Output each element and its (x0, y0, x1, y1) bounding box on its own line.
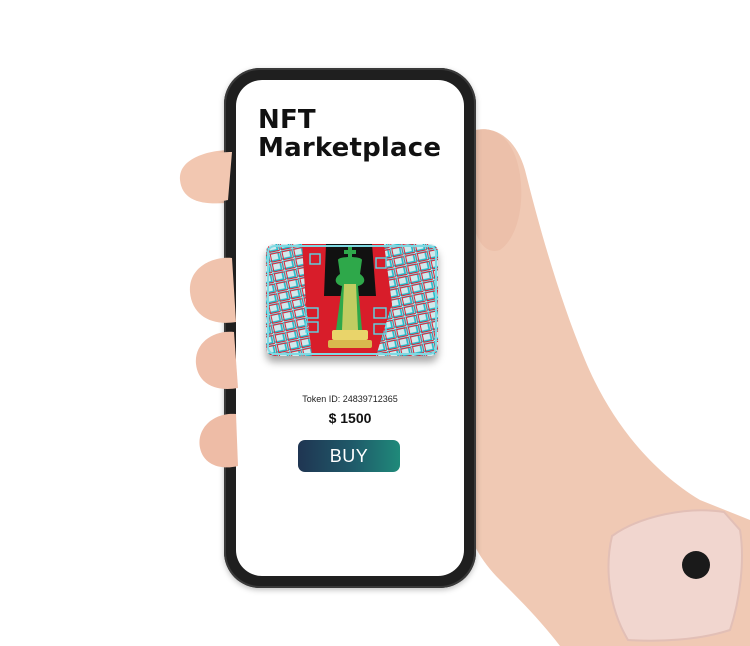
token-id-text: Token ID: 24839712365 (302, 394, 398, 404)
wristband-button-icon (682, 551, 710, 579)
page-title: NFT Marketplace (258, 106, 441, 162)
price-text: $ 1500 (328, 410, 372, 426)
smartphone: NFT Marketplace Token ID: 24839712365 $ … (224, 68, 476, 588)
wristband (607, 509, 743, 642)
nft-image-card[interactable] (266, 244, 438, 356)
app-screen: NFT Marketplace Token ID: 24839712365 $ … (236, 80, 464, 576)
title-line-2: Marketplace (258, 133, 442, 163)
photo-scene: NFT Marketplace Token ID: 24839712365 $ … (0, 0, 750, 646)
chess-king-nft-image (266, 244, 438, 356)
title-line-1: NFT (258, 105, 316, 135)
buy-button[interactable]: BUY (298, 440, 400, 472)
